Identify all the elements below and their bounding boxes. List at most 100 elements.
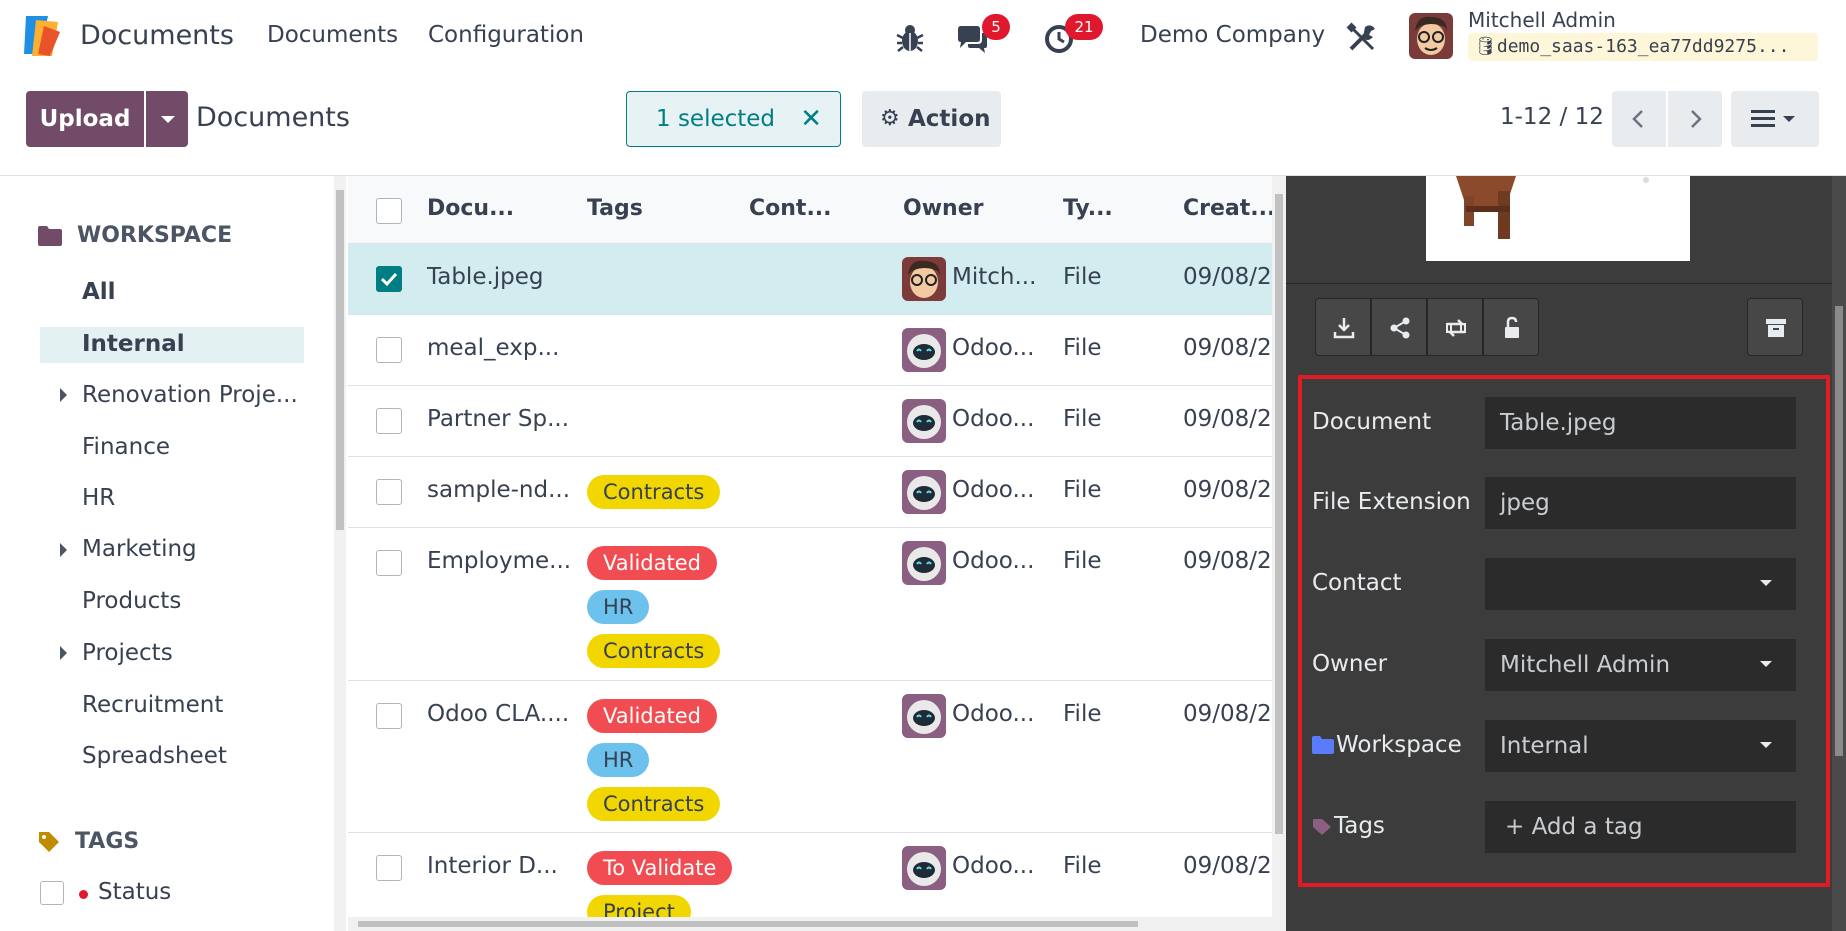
panel-scrollbar-thumb[interactable] xyxy=(1835,306,1843,756)
menu-documents[interactable]: Documents xyxy=(267,22,398,48)
owner-value: Mitchell Admin xyxy=(1500,652,1671,678)
table-row[interactable]: Employme... Validated HR Contracts Odoo.… xyxy=(348,528,1272,681)
chevron-right-icon xyxy=(1691,110,1702,128)
column-owner[interactable]: Owner xyxy=(903,196,983,221)
chevron-down-icon xyxy=(1760,742,1772,748)
company-switcher[interactable]: Demo Company xyxy=(1140,22,1325,48)
owner-name: Odoo... xyxy=(952,406,1035,432)
tags-field-label: Tags xyxy=(1334,813,1385,839)
list-hscrollbar-thumb[interactable] xyxy=(358,921,1138,927)
pager-previous-button[interactable] xyxy=(1612,91,1666,147)
list-horizontal-scrollbar[interactable] xyxy=(348,917,1272,931)
workspace-item-finance[interactable]: Finance xyxy=(82,434,170,460)
file-extension-input[interactable]: jpeg xyxy=(1485,477,1796,529)
column-created[interactable]: Creat... xyxy=(1183,196,1272,221)
share-button[interactable] xyxy=(1371,298,1427,356)
table-row[interactable]: sample-nd... Contracts Odoo... File 09/0… xyxy=(348,457,1272,528)
pager-value[interactable]: 1-12 / 12 xyxy=(1500,104,1604,130)
menu-configuration[interactable]: Configuration xyxy=(428,22,584,48)
sidebar-scrollbar-thumb[interactable] xyxy=(336,190,344,530)
document-preview-thumbnail[interactable] xyxy=(1426,176,1690,261)
odoobot-avatar xyxy=(902,399,946,443)
row-checkbox[interactable] xyxy=(376,266,402,292)
row-checkbox[interactable] xyxy=(376,550,402,576)
row-checkbox[interactable] xyxy=(376,337,402,363)
document-name-input[interactable]: Table.jpeg xyxy=(1485,397,1796,449)
tags-heading: TAGS xyxy=(75,829,140,854)
caret-right-icon[interactable] xyxy=(60,543,67,557)
documents-logo-icon[interactable] xyxy=(22,14,62,58)
workspace-field-label: Workspace xyxy=(1336,732,1462,758)
control-panel: Upload Documents 1 selected ✕ ⚙ Action 1… xyxy=(0,74,1846,176)
workspace-item-marketing[interactable]: Marketing xyxy=(82,536,197,562)
workspace-heading: WORKSPACE xyxy=(77,223,233,248)
document-name: meal_exp... xyxy=(427,335,560,361)
owner-field-label: Owner xyxy=(1312,651,1388,677)
contact-select[interactable] xyxy=(1485,558,1796,610)
tools-icon[interactable] xyxy=(1345,21,1379,55)
chevron-down-icon xyxy=(1760,580,1772,586)
archive-button[interactable] xyxy=(1747,298,1803,356)
workspace-item-products[interactable]: Products xyxy=(82,588,181,614)
caret-right-icon[interactable] xyxy=(60,388,67,402)
workspace-item-spreadsheet[interactable]: Spreadsheet xyxy=(82,743,227,769)
owner-name: Odoo... xyxy=(952,335,1035,361)
check-icon xyxy=(380,272,398,287)
owner-avatar xyxy=(902,257,946,301)
caret-right-icon[interactable] xyxy=(60,646,67,660)
tag-facet-checkbox[interactable] xyxy=(40,881,64,905)
view-switcher-button[interactable] xyxy=(1731,91,1819,147)
owner-select[interactable]: Mitchell Admin xyxy=(1485,639,1796,691)
debug-bug-icon[interactable] xyxy=(893,21,927,55)
tag-facet-status[interactable]: Status xyxy=(98,879,171,905)
workspace-item-recruitment[interactable]: Recruitment xyxy=(82,692,223,718)
workspace-item-all[interactable]: All xyxy=(82,279,116,305)
list-header: Docu... Tags Cont... Owner Ty... Creat..… xyxy=(348,176,1272,244)
table-row[interactable]: Odoo CLA.... Validated HR Contracts Odoo… xyxy=(348,681,1272,833)
row-checkbox[interactable] xyxy=(376,408,402,434)
workspace-item-renovation[interactable]: Renovation Proje... xyxy=(82,382,298,408)
upload-dropdown-toggle[interactable] xyxy=(146,91,188,147)
panel-scrollbar[interactable] xyxy=(1832,176,1846,931)
document-created: 09/08/2 xyxy=(1183,701,1272,727)
app-name[interactable]: Documents xyxy=(80,20,234,51)
row-checkbox[interactable] xyxy=(376,703,402,729)
table-row[interactable]: meal_exp... Odoo... File 09/08/2 xyxy=(348,315,1272,386)
user-name[interactable]: Mitchell Admin xyxy=(1468,8,1616,32)
workspace-item-hr[interactable]: HR xyxy=(82,485,115,511)
sidebar-scrollbar[interactable] xyxy=(334,176,346,931)
replace-button[interactable] xyxy=(1427,298,1483,356)
database-indicator: 🛢demo_saas-163_ea77dd9275... xyxy=(1468,33,1818,61)
document-created: 09/08/2 xyxy=(1183,335,1272,361)
select-all-checkbox[interactable] xyxy=(376,198,402,224)
table-row[interactable]: Table.jpeg Mitch... File 09/08/2 xyxy=(348,244,1272,315)
download-button[interactable] xyxy=(1315,298,1371,356)
extension-field-label: File Extension xyxy=(1312,489,1471,515)
workspace-select[interactable]: Internal xyxy=(1485,720,1796,772)
row-checkbox[interactable] xyxy=(376,855,402,881)
document-type: File xyxy=(1063,701,1102,727)
selected-label: 1 selected xyxy=(656,106,776,132)
workspace-item-internal[interactable]: Internal xyxy=(82,331,185,357)
column-tags[interactable]: Tags xyxy=(587,196,643,221)
clear-selection-close-icon[interactable]: ✕ xyxy=(800,92,822,146)
column-contact[interactable]: Cont... xyxy=(749,196,832,221)
table-row[interactable]: Partner Sp... Odoo... File 09/08/2 xyxy=(348,386,1272,457)
column-document[interactable]: Docu... xyxy=(427,196,514,221)
list-scrollbar-thumb[interactable] xyxy=(1275,194,1283,834)
workspace-item-projects[interactable]: Projects xyxy=(82,640,173,666)
add-tag-input[interactable]: + Add a tag xyxy=(1485,801,1796,853)
row-checkbox[interactable] xyxy=(376,479,402,505)
tag-contracts: Contracts xyxy=(587,634,721,668)
tag-icon xyxy=(39,832,59,852)
column-type[interactable]: Ty... xyxy=(1063,196,1113,221)
status-dot-icon xyxy=(79,890,88,899)
messages-badge: 5 xyxy=(982,14,1010,40)
action-button[interactable]: ⚙ Action xyxy=(862,91,1001,147)
pager-next-button[interactable] xyxy=(1668,91,1722,147)
upload-button[interactable]: Upload xyxy=(26,91,144,147)
tag-contracts: Contracts xyxy=(587,475,721,509)
user-avatar[interactable] xyxy=(1409,13,1453,59)
list-vertical-scrollbar[interactable] xyxy=(1272,176,1286,931)
lock-button[interactable] xyxy=(1483,298,1539,356)
